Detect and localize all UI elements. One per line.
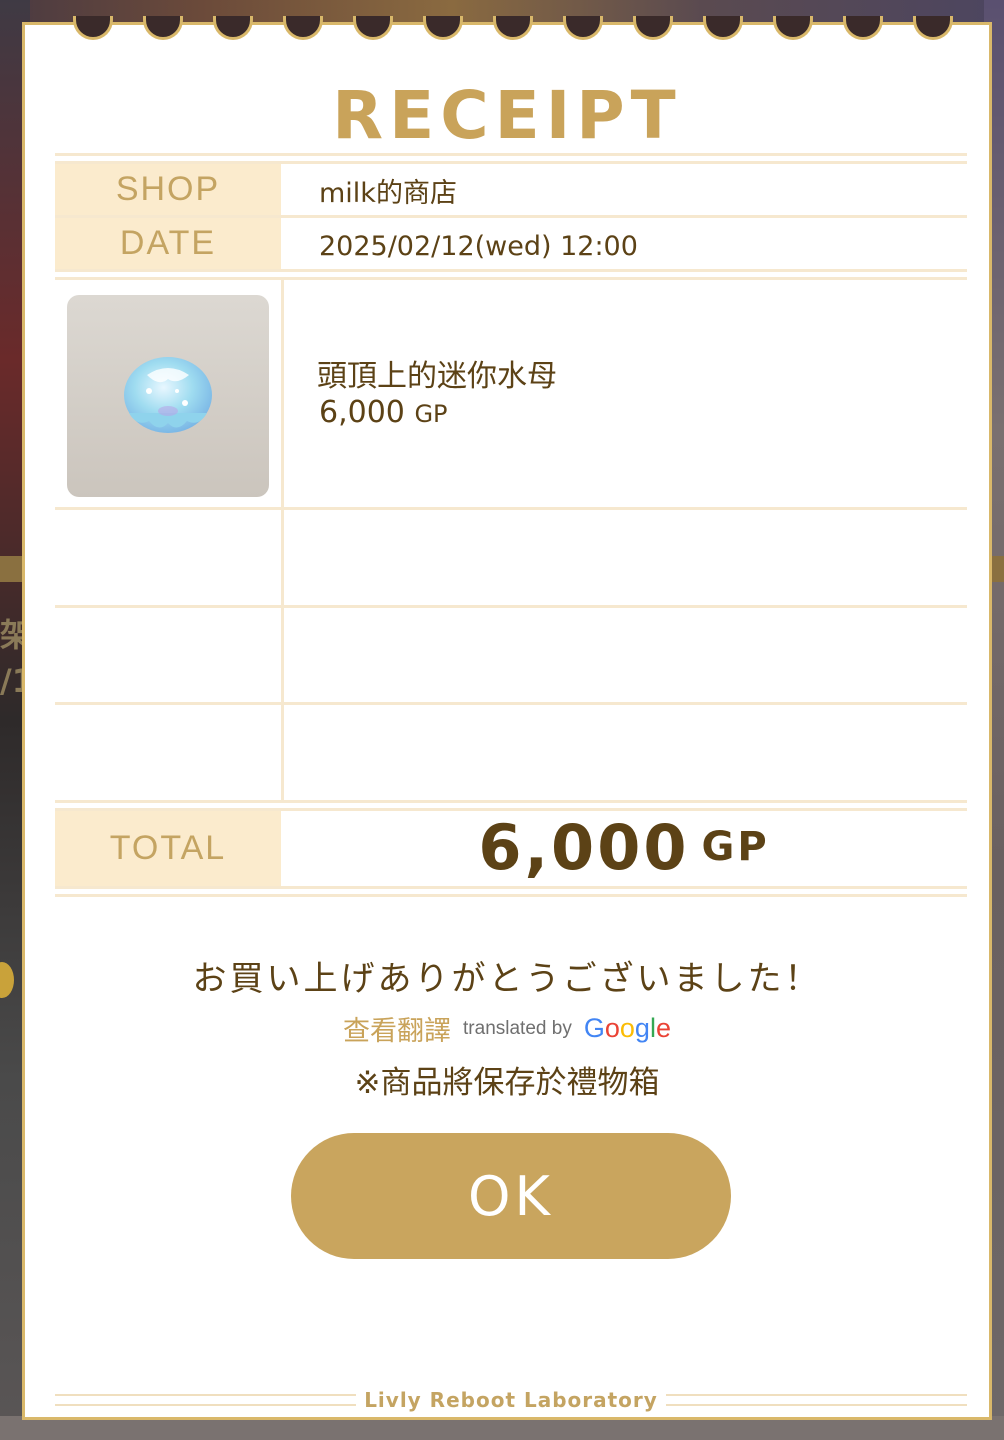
- item-name: 頭頂上的迷你水母: [317, 359, 557, 394]
- shop-value: milk的商店: [319, 178, 457, 209]
- google-letter: o: [619, 1013, 635, 1043]
- scallop: [843, 16, 883, 40]
- scallop: [423, 16, 463, 40]
- divider: [55, 507, 967, 510]
- date-value: 2025/02/12(wed) 12:00: [319, 231, 638, 262]
- scallop: [213, 16, 253, 40]
- item-price-unit: GP: [414, 400, 448, 428]
- divider: [55, 153, 967, 156]
- date-label: DATE: [55, 218, 281, 269]
- item-price: 6,000 GP: [319, 395, 448, 430]
- ok-button[interactable]: OK: [291, 1133, 731, 1259]
- divider: [55, 605, 967, 608]
- footer-rule: [665, 1394, 968, 1406]
- gift-box-note: ※商品將保存於禮物箱: [354, 1065, 660, 1101]
- thanks-message: お買い上げありがとうございました！: [192, 959, 822, 999]
- item-price-value: 6,000: [319, 395, 405, 430]
- divider: [55, 800, 967, 803]
- translated-by-text: translated by: [463, 1017, 572, 1039]
- view-translation-link[interactable]: 查看翻譯: [343, 1009, 451, 1048]
- scallop: [703, 16, 743, 40]
- receipt-scalloped-edge: [25, 16, 989, 44]
- footer-brand: Livly Reboot Laboratory: [364, 1388, 658, 1412]
- google-letter: G: [583, 1013, 605, 1043]
- google-letter: g: [634, 1013, 650, 1043]
- receipt-dialog: RECEIPT SHOP milk的商店 DATE 2025/02/12(wed…: [22, 16, 992, 1420]
- scallop: [283, 16, 323, 40]
- translate-row: 查看翻譯 translated by Google: [25, 1009, 989, 1048]
- item-thumbnail: [67, 295, 269, 497]
- divider: [55, 269, 967, 272]
- total-unit: GP: [701, 824, 770, 870]
- scallop: [73, 16, 113, 40]
- scallop: [913, 16, 953, 40]
- google-letter: e: [655, 1013, 671, 1043]
- scallop: [493, 16, 533, 40]
- scallop: [773, 16, 813, 40]
- google-logo: Google: [584, 1013, 671, 1044]
- shop-label: SHOP: [55, 164, 281, 215]
- divider: [55, 702, 967, 705]
- column-divider: [281, 277, 284, 800]
- scallop: [563, 16, 603, 40]
- footer: Livly Reboot Laboratory: [55, 1385, 968, 1415]
- total-amount: 6,000: [478, 810, 690, 884]
- divider: [55, 886, 967, 889]
- scallop: [143, 16, 183, 40]
- scallop: [633, 16, 673, 40]
- divider: [55, 277, 967, 280]
- scallop: [353, 16, 393, 40]
- total-label: TOTAL: [55, 811, 281, 886]
- footer-rule: [55, 1394, 357, 1406]
- total-value: 6,000 GP: [281, 809, 967, 885]
- receipt-title: RECEIPT: [332, 77, 682, 154]
- divider: [55, 894, 967, 897]
- jellyfish-icon: [124, 357, 212, 433]
- google-letter: o: [604, 1013, 620, 1043]
